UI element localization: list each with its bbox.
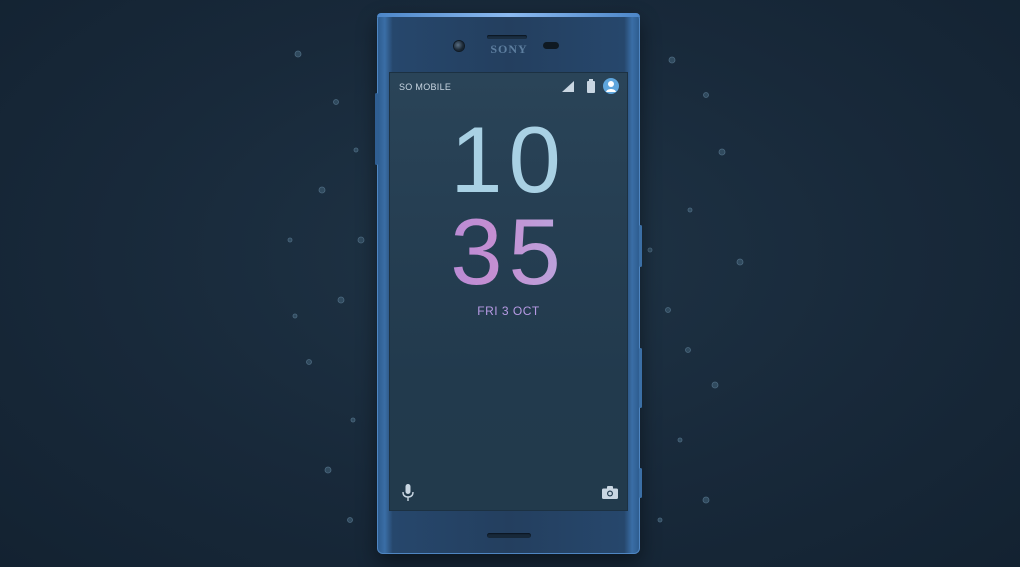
front-camera (454, 41, 464, 51)
clock-minute: 35 (390, 205, 627, 299)
battery-icon (587, 79, 595, 93)
camera-icon[interactable] (602, 486, 618, 499)
power-button[interactable] (639, 225, 642, 267)
carrier-name: SO MOBILE (399, 82, 452, 92)
brand-logo: SONY (490, 42, 528, 56)
camera-shutter-button[interactable] (639, 468, 642, 498)
lock-screen-date: FRI 3 OCT (477, 304, 540, 318)
signal-icon (562, 81, 574, 92)
bottom-speaker (487, 533, 531, 538)
status-bar: SO MOBILE (390, 73, 627, 99)
volume-button[interactable] (639, 348, 642, 408)
profile-icon[interactable] (603, 78, 619, 94)
lock-screen[interactable]: SO MOBILE 10 35 FRI 3 OCT (390, 73, 627, 510)
smartphone: SONY SO MOBILE 10 35 FRI 3 OCT (375, 13, 642, 554)
phone-top-edge (377, 13, 640, 17)
clock-hour: 10 (450, 107, 567, 212)
proximity-sensor (543, 42, 559, 49)
left-side-edge (375, 93, 378, 165)
earpiece-speaker (487, 35, 527, 39)
microphone-icon[interactable] (402, 484, 414, 501)
